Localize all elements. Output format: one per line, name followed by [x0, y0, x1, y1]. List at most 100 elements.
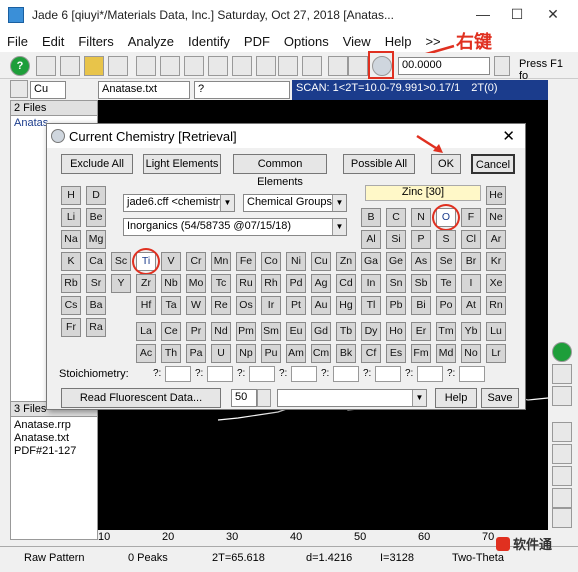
- element-nb[interactable]: Nb: [161, 274, 181, 293]
- element-es[interactable]: Es: [386, 344, 406, 363]
- element-si[interactable]: Si: [386, 230, 406, 249]
- database-combo[interactable]: jade6.cff <chemistry> ▼: [123, 194, 235, 212]
- disk-icon[interactable]: [108, 56, 128, 76]
- element-cs[interactable]: Cs: [61, 296, 81, 315]
- cursor-icon[interactable]: [232, 56, 252, 76]
- close-window-button[interactable]: ✕: [538, 6, 568, 24]
- element-la[interactable]: La: [136, 322, 156, 341]
- element-pr[interactable]: Pr: [186, 322, 206, 341]
- element-combo[interactable]: Cu: [30, 81, 66, 99]
- element-i[interactable]: I: [461, 274, 481, 293]
- menu-identify[interactable]: Identify: [181, 34, 237, 49]
- element-dy[interactable]: Dy: [361, 322, 381, 341]
- element-pt[interactable]: Pt: [286, 296, 306, 315]
- element-cr[interactable]: Cr: [186, 252, 206, 271]
- element-in[interactable]: In: [361, 274, 381, 293]
- left-right-icon[interactable]: [552, 488, 572, 508]
- arrows-icon[interactable]: [278, 56, 298, 76]
- element-rn[interactable]: Rn: [486, 296, 506, 315]
- element-tb[interactable]: Tb: [336, 322, 356, 341]
- element-sn[interactable]: Sn: [386, 274, 406, 293]
- element-c[interactable]: C: [386, 208, 406, 227]
- maximize-button[interactable]: ☐: [502, 6, 532, 24]
- element-ir[interactable]: Ir: [261, 296, 281, 315]
- element-eu[interactable]: Eu: [286, 322, 306, 341]
- possible-all-button[interactable]: Possible All: [343, 154, 415, 174]
- up-icon[interactable]: [552, 422, 572, 442]
- stoich-field[interactable]: [333, 366, 359, 382]
- element-zn[interactable]: Zn: [336, 252, 356, 271]
- groups-combo[interactable]: Chemical Groups ▼: [243, 194, 347, 212]
- menu-options[interactable]: Options: [277, 34, 336, 49]
- element-v[interactable]: V: [161, 252, 181, 271]
- filter-icon[interactable]: [36, 56, 56, 76]
- peak-icon[interactable]: [60, 56, 80, 76]
- file-item[interactable]: Anatase.txt: [14, 432, 76, 445]
- element-he[interactable]: He: [486, 186, 506, 205]
- element-y[interactable]: Y: [111, 274, 131, 293]
- element-yb[interactable]: Yb: [461, 322, 481, 341]
- element-pd[interactable]: Pd: [286, 274, 306, 293]
- stoich-field[interactable]: [375, 366, 401, 382]
- scale-icon[interactable]: [552, 466, 572, 486]
- menu-view[interactable]: View: [336, 34, 378, 49]
- menu-pdf[interactable]: PDF: [237, 34, 277, 49]
- element-w[interactable]: W: [186, 296, 206, 315]
- element-pb[interactable]: Pb: [386, 296, 406, 315]
- move-icon[interactable]: [552, 364, 572, 384]
- element-po[interactable]: Po: [436, 296, 456, 315]
- element-al[interactable]: Al: [361, 230, 381, 249]
- calc-icon[interactable]: [208, 56, 228, 76]
- element-s[interactable]: S: [436, 230, 456, 249]
- element-fm[interactable]: Fm: [411, 344, 431, 363]
- element-h[interactable]: H: [61, 186, 81, 205]
- zoom-icon[interactable]: [256, 56, 276, 76]
- element-u[interactable]: U: [211, 344, 231, 363]
- spinner-value[interactable]: 50: [231, 389, 257, 407]
- element-zr[interactable]: Zr: [136, 274, 156, 293]
- element-fr[interactable]: Fr: [61, 318, 81, 337]
- element-mg[interactable]: Mg: [86, 230, 106, 249]
- element-pm[interactable]: Pm: [236, 322, 256, 341]
- element-pa[interactable]: Pa: [186, 344, 206, 363]
- element-ce[interactable]: Ce: [161, 322, 181, 341]
- counter-spin-icon[interactable]: [494, 56, 510, 76]
- counter-combo[interactable]: 00.0000: [398, 57, 490, 75]
- element-ca[interactable]: Ca: [86, 252, 106, 271]
- stoich-field[interactable]: [417, 366, 443, 382]
- file-combo[interactable]: Anatase.txt: [98, 81, 190, 99]
- element-b[interactable]: B: [361, 208, 381, 227]
- element-be[interactable]: Be: [86, 208, 106, 227]
- print-icon[interactable]: [136, 56, 156, 76]
- save-icon[interactable]: [160, 56, 180, 76]
- menu-edit[interactable]: Edit: [35, 34, 71, 49]
- element-pu[interactable]: Pu: [261, 344, 281, 363]
- element-fe[interactable]: Fe: [236, 252, 256, 271]
- element-at[interactable]: At: [461, 296, 481, 315]
- stoich-field[interactable]: [165, 366, 191, 382]
- element-hf[interactable]: Hf: [136, 296, 156, 315]
- element-ar[interactable]: Ar: [486, 230, 506, 249]
- element-md[interactable]: Md: [436, 344, 456, 363]
- element-hg[interactable]: Hg: [336, 296, 356, 315]
- spinner-arrows-icon[interactable]: [257, 389, 271, 407]
- element-ru[interactable]: Ru: [236, 274, 256, 293]
- menu-filters[interactable]: Filters: [71, 34, 120, 49]
- element-k[interactable]: K: [61, 252, 81, 271]
- help-green-icon[interactable]: ?: [10, 56, 30, 76]
- common-elements-button[interactable]: Common Elements: [233, 154, 327, 188]
- element-kr[interactable]: Kr: [486, 252, 506, 271]
- element-ac[interactable]: Ac: [136, 344, 156, 363]
- fluorescent-combo[interactable]: ▼: [277, 389, 427, 407]
- element-gd[interactable]: Gd: [311, 322, 331, 341]
- element-xe[interactable]: Xe: [486, 274, 506, 293]
- element-li[interactable]: Li: [61, 208, 81, 227]
- query-field[interactable]: ?: [194, 81, 290, 99]
- element-mo[interactable]: Mo: [186, 274, 206, 293]
- element-th[interactable]: Th: [161, 344, 181, 363]
- element-te[interactable]: Te: [436, 274, 456, 293]
- element-no[interactable]: No: [461, 344, 481, 363]
- element-tl[interactable]: Tl: [361, 296, 381, 315]
- element-ra[interactable]: Ra: [86, 318, 106, 337]
- overlay-icon[interactable]: [10, 80, 28, 98]
